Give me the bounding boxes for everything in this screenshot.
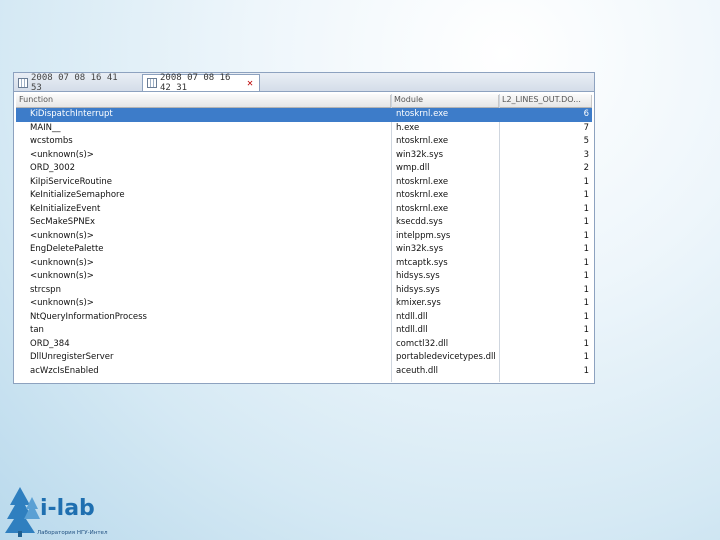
cell-module: ntoskrnl.exe <box>396 190 449 200</box>
table-row[interactable]: <unknown(s)> win32k.sys 3 <box>16 149 592 163</box>
table-row[interactable]: SecMakeSPNEx ksecdd.sys 1 <box>16 216 592 230</box>
cell-function: <unknown(s)> <box>30 298 94 308</box>
cell-count: 1 <box>583 352 589 362</box>
cell-count: 1 <box>583 365 589 376</box>
cell-function: acWzcIsEnabled <box>30 365 99 376</box>
table-row[interactable]: <unknown(s)> intelppm.sys 1 <box>16 230 592 244</box>
cell-module: intelppm.sys <box>396 230 451 241</box>
table-row[interactable]: EngDeletePalette win32k.sys 1 <box>16 243 592 257</box>
cell-module: ntoskrnl.exe <box>396 136 449 146</box>
cell-module: h.exe <box>396 122 420 133</box>
column-header-function[interactable]: Function <box>16 95 391 107</box>
tab-result-2[interactable]: 2008 07 08 16 42 31 ✕ <box>142 73 260 93</box>
table-row[interactable]: ORD_3002 wmp.dll 2 <box>16 162 592 176</box>
grid-icon <box>147 78 157 88</box>
cell-module: ntdll.dll <box>396 311 428 322</box>
cell-module: ntoskrnl.exe <box>396 203 449 214</box>
table-row[interactable]: <unknown(s)> kmixer.sys 1 <box>16 297 592 311</box>
logo-subtitle: Лаборатория НГУ-Интел <box>37 530 108 536</box>
cell-module: hidsys.sys <box>396 284 440 295</box>
cell-count: 3 <box>583 149 589 160</box>
logo-text: i-lab <box>40 496 95 521</box>
table-row[interactable]: <unknown(s)> mtcaptk.sys 1 <box>16 257 592 271</box>
cell-count: 1 <box>583 257 589 268</box>
cell-module: comctl32.dll <box>396 338 449 349</box>
cell-function: ORD_384 <box>30 338 70 349</box>
table-header: Function Module L2_LINES_OUT.DO... <box>16 94 592 108</box>
cell-module: ksecdd.sys <box>396 217 443 227</box>
tree-icon <box>5 487 40 537</box>
tab-result-1[interactable]: 2008 07 08 16 41 53 <box>14 72 139 93</box>
tab-label: 2008 07 08 16 41 53 <box>31 72 118 93</box>
tab-bar: 2008 07 08 16 41 53 2008 07 08 16 42 31 … <box>14 72 594 93</box>
cell-function: <unknown(s)> <box>30 271 94 281</box>
cell-function: EngDeletePalette <box>30 244 104 254</box>
table-row[interactable]: strcspn hidsys.sys 1 <box>16 284 592 298</box>
table-row[interactable]: <unknown(s)> hidsys.sys 1 <box>16 270 592 284</box>
cell-function: <unknown(s)> <box>30 149 94 160</box>
cell-function: KeInitializeSemaphore <box>30 190 125 200</box>
table-row[interactable]: NtQueryInformationProcess ntdll.dll 1 <box>16 311 592 325</box>
table-row[interactable]: KiDispatchInterrupt ntoskrnl.exe 6 <box>16 108 592 122</box>
cell-count: 1 <box>583 298 589 308</box>
cell-module: kmixer.sys <box>396 298 441 308</box>
cell-count: 1 <box>583 311 589 322</box>
cell-count: 1 <box>583 338 589 349</box>
cell-count: 2 <box>583 163 589 173</box>
table-row[interactable]: acWzcIsEnabled aceuth.dll 1 <box>16 365 592 379</box>
cell-function: ORD_3002 <box>30 163 76 173</box>
table-row[interactable]: DllUnregisterServer portabledevicetypes.d… <box>16 351 592 365</box>
cell-function: <unknown(s)> <box>30 257 94 268</box>
cell-function: wcstombs <box>30 136 73 146</box>
cell-count: 1 <box>583 203 589 214</box>
cell-module: portabledevicetypes.dll <box>396 352 496 362</box>
table-row[interactable]: ORD_384 comctl32.dll 1 <box>16 338 592 352</box>
cell-function: SecMakeSPNEx <box>30 217 95 227</box>
cell-function: tan <box>30 325 44 335</box>
cell-module: mtcaptk.sys <box>396 257 448 268</box>
table-row[interactable]: MAIN__ h.exe 7 <box>16 122 592 136</box>
cell-count: 6 <box>583 109 589 119</box>
grid-icon <box>18 77 28 88</box>
cell-count: 1 <box>583 325 589 335</box>
cell-count: 1 <box>583 217 589 227</box>
cell-count: 1 <box>583 284 589 295</box>
cell-function: KeInitializeEvent <box>30 203 101 214</box>
cell-function: strcspn <box>30 284 61 295</box>
table-row[interactable]: wcstombs ntoskrnl.exe 5 <box>16 135 592 149</box>
cell-function: KiDispatchInterrupt <box>30 109 113 119</box>
cell-count: 1 <box>583 244 589 254</box>
cell-count: 1 <box>583 176 589 187</box>
table-row[interactable]: KiIpiServiceRoutine ntoskrnl.exe 1 <box>16 176 592 190</box>
cell-module: ntdll.dll <box>396 325 428 335</box>
results-panel: 2008 07 08 16 41 53 2008 07 08 16 42 31 … <box>13 72 595 384</box>
cell-module: wmp.dll <box>396 163 430 173</box>
cell-module: hidsys.sys <box>396 271 440 281</box>
cell-function: KiIpiServiceRoutine <box>30 176 113 187</box>
cell-function: MAIN__ <box>30 122 61 133</box>
cell-count: 7 <box>583 122 589 133</box>
column-header-event[interactable]: L2_LINES_OUT.DO... <box>499 95 592 107</box>
table-row[interactable]: KeInitializeSemaphore ntoskrnl.exe 1 <box>16 189 592 203</box>
close-icon[interactable]: ✕ <box>247 78 253 89</box>
table-row[interactable]: tan ntdll.dll 1 <box>16 324 592 338</box>
tab-label: 2008 07 08 16 42 31 <box>160 73 231 93</box>
cell-count: 1 <box>583 190 589 200</box>
table-row[interactable]: KeInitializeEvent ntoskrnl.exe 1 <box>16 203 592 217</box>
cell-module: ntoskrnl.exe <box>396 176 449 187</box>
cell-function: DllUnregisterServer <box>30 352 114 362</box>
cell-module: aceuth.dll <box>396 365 439 376</box>
cell-function: <unknown(s)> <box>30 230 94 241</box>
table-body: KiDispatchInterrupt ntoskrnl.exe 6 MAIN__ h.… <box>16 108 592 378</box>
cell-count: 1 <box>583 271 589 281</box>
cell-module: ntoskrnl.exe <box>396 109 449 119</box>
column-header-module[interactable]: Module <box>391 95 499 107</box>
cell-count: 5 <box>583 136 589 146</box>
cell-module: win32k.sys <box>396 244 444 254</box>
cell-function: NtQueryInformationProcess <box>30 311 147 322</box>
cell-count: 1 <box>583 230 589 241</box>
cell-module: win32k.sys <box>396 149 444 160</box>
